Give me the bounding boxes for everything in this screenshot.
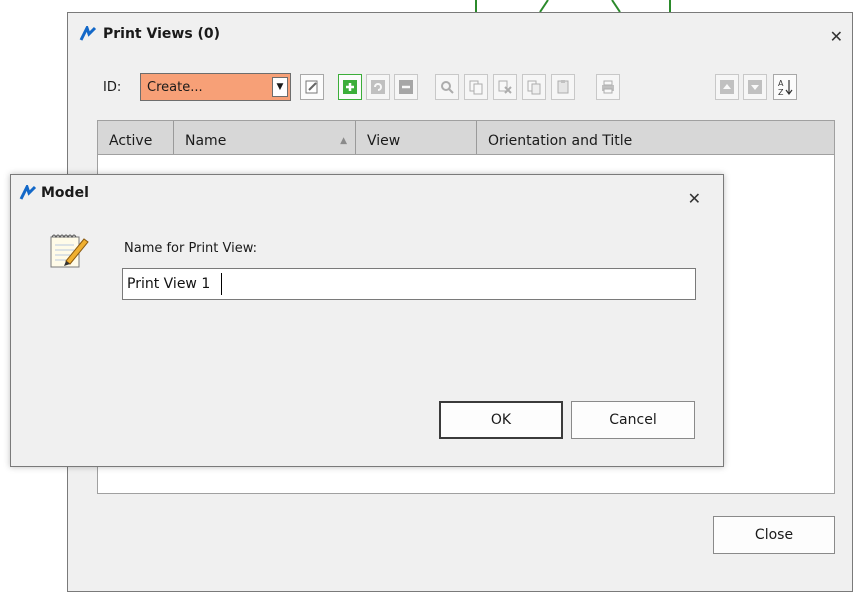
move-up-icon[interactable] bbox=[715, 74, 739, 100]
print-views-title: Print Views (0) bbox=[103, 26, 221, 42]
print-icon[interactable] bbox=[596, 74, 620, 100]
notepad-icon bbox=[50, 234, 89, 268]
chevron-down-icon[interactable]: ▼ bbox=[272, 77, 288, 97]
app-logo-icon bbox=[79, 26, 97, 41]
background-drawing bbox=[475, 0, 671, 12]
svg-text:Z: Z bbox=[778, 88, 784, 96]
add-icon[interactable] bbox=[338, 74, 362, 100]
name-prompt-label: Name for Print View: bbox=[124, 241, 258, 256]
print-views-title-bar: Print Views (0) bbox=[79, 23, 220, 45]
model-title-bar: Model bbox=[19, 185, 89, 201]
close-button[interactable]: Close bbox=[713, 516, 835, 554]
paste-icon[interactable] bbox=[551, 74, 575, 100]
column-header-orientation[interactable]: Orientation and Title bbox=[477, 121, 835, 154]
column-header-active[interactable]: Active bbox=[98, 121, 174, 154]
move-down-icon[interactable] bbox=[743, 74, 767, 100]
duplicate-icon[interactable] bbox=[522, 74, 546, 100]
delete-copy-icon[interactable] bbox=[493, 74, 517, 100]
print-view-name-input[interactable] bbox=[122, 268, 696, 300]
model-title: Model bbox=[41, 185, 89, 201]
svg-text:A: A bbox=[778, 79, 784, 88]
table-header: Active Name ▲ View Orientation and Title bbox=[98, 121, 834, 155]
app-logo-icon bbox=[19, 185, 37, 200]
column-header-view[interactable]: View bbox=[356, 121, 477, 154]
refresh-icon[interactable] bbox=[366, 74, 390, 100]
id-label: ID: bbox=[103, 80, 122, 95]
copy-icon[interactable] bbox=[464, 74, 488, 100]
sort-az-icon[interactable]: AZ bbox=[773, 74, 797, 100]
column-header-name[interactable]: Name ▲ bbox=[174, 121, 356, 154]
edit-icon[interactable] bbox=[300, 74, 324, 100]
zoom-icon[interactable] bbox=[435, 74, 459, 100]
ok-button[interactable]: OK bbox=[439, 401, 563, 439]
id-combobox-value: Create... bbox=[147, 80, 203, 95]
close-icon[interactable]: ✕ bbox=[688, 189, 701, 208]
remove-icon[interactable] bbox=[394, 74, 418, 100]
cancel-button[interactable]: Cancel bbox=[571, 401, 695, 439]
sort-ascending-icon: ▲ bbox=[340, 136, 347, 146]
text-caret bbox=[221, 273, 222, 295]
close-icon[interactable]: ✕ bbox=[830, 27, 843, 46]
id-combobox[interactable]: Create... ▼ bbox=[140, 73, 291, 101]
model-dialog: Model ✕ Name for Print View: OK Cancel bbox=[10, 174, 724, 467]
